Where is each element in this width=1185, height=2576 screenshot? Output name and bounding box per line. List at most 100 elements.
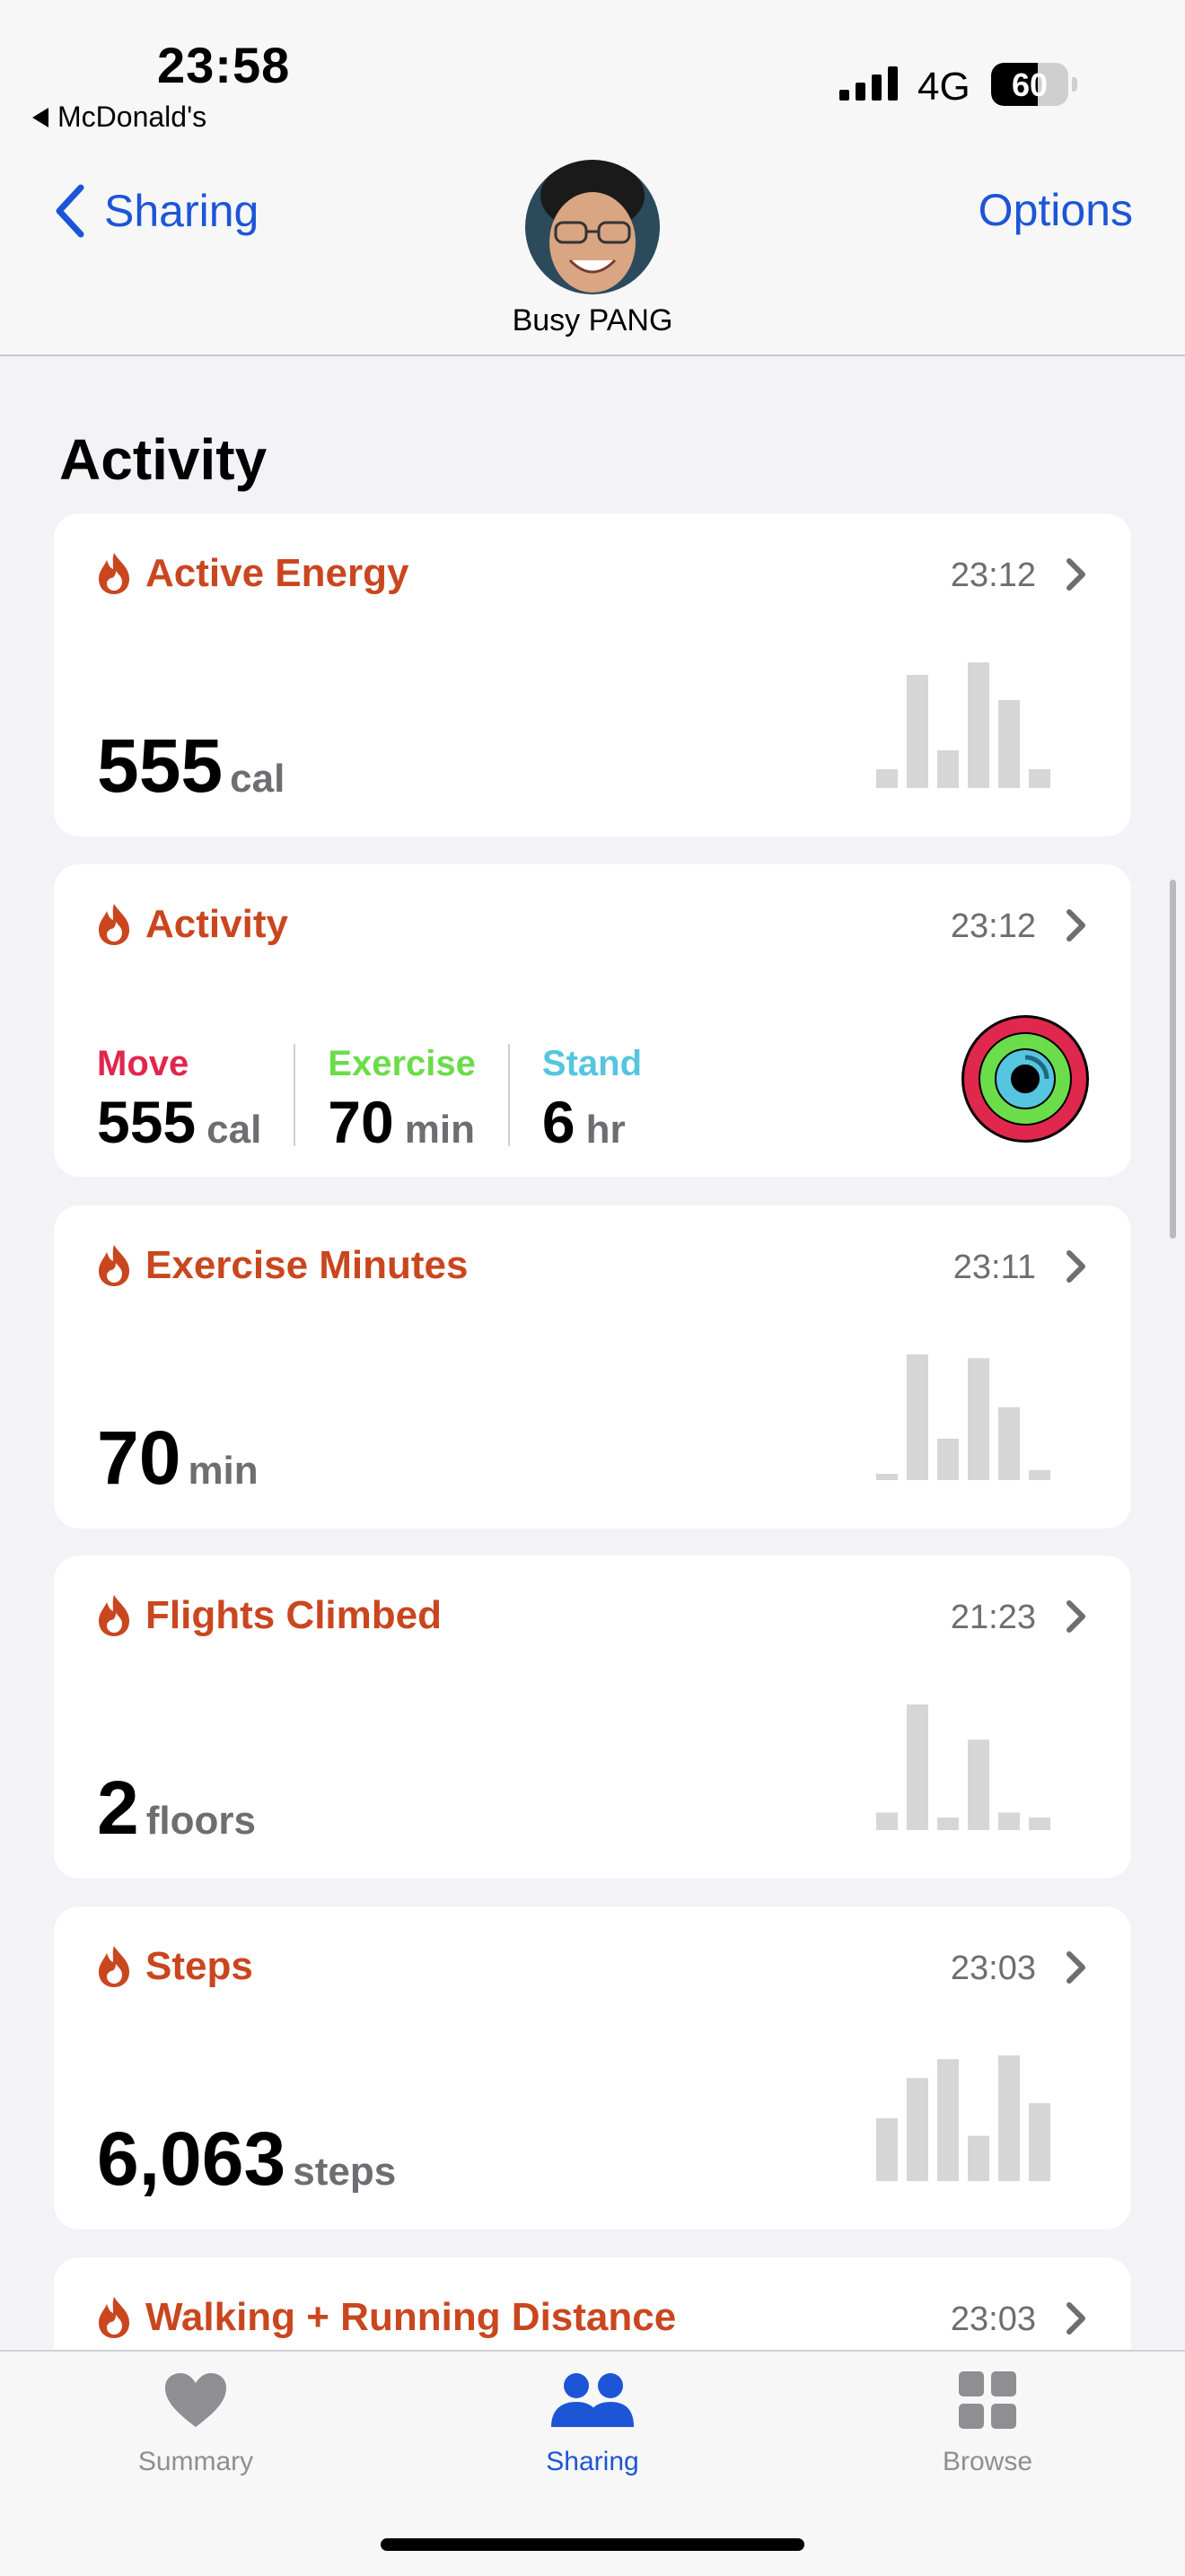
mini-bar <box>907 1704 928 1830</box>
mini-bar <box>968 1739 989 1830</box>
card-time: 23:12 <box>950 907 1036 945</box>
mini-bar <box>968 1358 989 1480</box>
metric-value: 555 cal <box>97 723 285 810</box>
value-number: 70 <box>97 1415 181 1500</box>
status-bar: 23:58 McDonald's 4G 60 <box>0 0 1185 153</box>
exercise-label: Exercise <box>328 1044 476 1083</box>
metric-value: 70 min <box>97 1415 259 1502</box>
value-unit: cal <box>230 757 285 801</box>
section-title: Activity <box>59 427 268 492</box>
flame-icon <box>99 1595 129 1636</box>
mini-bar <box>907 1354 928 1480</box>
value-number: 555 <box>97 723 224 808</box>
back-to-app-link[interactable]: McDonald's <box>32 101 206 134</box>
mini-bar <box>1029 1818 1050 1830</box>
card-time: 23:03 <box>950 1950 1036 1987</box>
back-triangle-icon <box>32 107 48 127</box>
heart-icon <box>165 2373 226 2427</box>
card-time: 23:11 <box>952 1249 1036 1286</box>
mini-bar <box>907 2078 928 2181</box>
value-unit: steps <box>293 2150 397 2194</box>
chevron-left-icon <box>56 184 84 238</box>
flame-icon <box>99 904 129 945</box>
battery-icon: 60 <box>991 63 1068 106</box>
exercise-value: 70 <box>328 1089 394 1155</box>
metric-value: 2 floors <box>97 1765 256 1852</box>
navigation-bar: Sharing Busy PANG Options <box>0 135 1185 356</box>
value-number: 6,063 <box>97 2116 286 2201</box>
metric-value: 6,063 steps <box>97 2116 396 2203</box>
activity-rings-card[interactable]: Activity 23:12 Move 555 cal Exercise 70 mi… <box>54 864 1131 1177</box>
active-energy-card[interactable]: Active Energy 23:12 555 cal <box>54 513 1131 837</box>
mini-bar <box>937 1818 959 1830</box>
back-app-label: McDonald's <box>57 101 207 133</box>
mini-bar <box>968 662 989 788</box>
card-title: Flights Climbed <box>145 1593 442 1637</box>
value-unit: floors <box>145 1799 256 1843</box>
tab-summary[interactable]: Summary <box>88 2371 303 2477</box>
move-value: 555 <box>97 1089 197 1155</box>
card-header: Exercise Minutes <box>97 1243 469 1288</box>
card-title: Activity <box>145 902 288 946</box>
mini-bar <box>998 2055 1020 2181</box>
chevron-right-icon <box>1066 1250 1085 1283</box>
mini-bar <box>998 1812 1020 1830</box>
exercise-unit: min <box>404 1108 475 1152</box>
chevron-right-icon <box>1066 558 1085 591</box>
card-time: 23:03 <box>950 2300 1036 2338</box>
ring-stats: Move 555 cal Exercise 70 min Stand 6 hr <box>97 1044 707 1155</box>
cellular-signal-icon <box>839 66 898 101</box>
exercise-minutes-card[interactable]: Exercise Minutes 23:11 70 min <box>54 1205 1131 1529</box>
back-button[interactable]: Sharing <box>54 184 259 238</box>
card-title: Exercise Minutes <box>145 1243 469 1287</box>
mini-bar <box>1029 2103 1050 2181</box>
tab-sharing[interactable]: Sharing <box>485 2371 700 2477</box>
tab-label: Browse <box>942 2447 1033 2476</box>
contact-name: Busy PANG <box>512 303 673 337</box>
flame-icon <box>99 553 129 594</box>
mini-bar <box>907 675 928 788</box>
card-title: Active Energy <box>145 551 409 595</box>
flights-climbed-card[interactable]: Flights Climbed 21:23 2 floors <box>54 1555 1131 1879</box>
chevron-right-icon <box>1066 1600 1085 1633</box>
flame-icon <box>99 2297 129 2338</box>
scroll-indicator[interactable] <box>1170 880 1176 1239</box>
card-time: 23:12 <box>950 556 1036 594</box>
card-title: Steps <box>145 1944 253 1988</box>
steps-card[interactable]: Steps 23:03 6,063 steps <box>54 1906 1131 2230</box>
mini-bar <box>876 1812 898 1830</box>
tab-browse[interactable]: Browse <box>880 2371 1095 2477</box>
mini-bar-chart <box>876 1704 1050 1830</box>
home-indicator <box>381 2538 804 2551</box>
mini-bar <box>937 750 959 788</box>
mini-bar-chart <box>876 1354 1050 1480</box>
status-time: 23:58 <box>157 37 291 93</box>
mini-bar <box>998 1406 1020 1480</box>
tab-label: Summary <box>137 2447 254 2476</box>
mini-bar <box>1029 769 1050 788</box>
mini-bar <box>998 700 1020 788</box>
tab-label: Sharing <box>546 2447 639 2476</box>
move-unit: cal <box>206 1108 262 1152</box>
options-button[interactable]: Options <box>979 184 1133 236</box>
people-icon <box>551 2373 634 2427</box>
grid-icon <box>959 2371 1016 2429</box>
back-button-label: Sharing <box>104 186 259 236</box>
flame-icon <box>99 1946 129 1987</box>
card-header: Active Energy <box>97 551 408 596</box>
avatar[interactable] <box>525 160 660 294</box>
mini-bar <box>1029 1469 1050 1480</box>
stand-value: 6 <box>541 1089 575 1155</box>
move-label: Move <box>97 1044 189 1083</box>
card-header: Walking + Running Distance <box>97 2295 676 2340</box>
exercise-stat: Exercise 70 min <box>328 1044 510 1155</box>
chevron-right-icon <box>1066 2302 1085 2335</box>
battery-level: 60 <box>1011 66 1049 103</box>
card-header: Activity <box>97 902 288 947</box>
chevron-right-icon <box>1066 909 1085 942</box>
avatar-image <box>525 160 660 294</box>
mini-bar <box>876 769 898 788</box>
stand-label: Stand <box>541 1044 643 1083</box>
mini-bar-chart <box>876 2055 1050 2181</box>
card-header: Flights Climbed <box>97 1593 442 1638</box>
